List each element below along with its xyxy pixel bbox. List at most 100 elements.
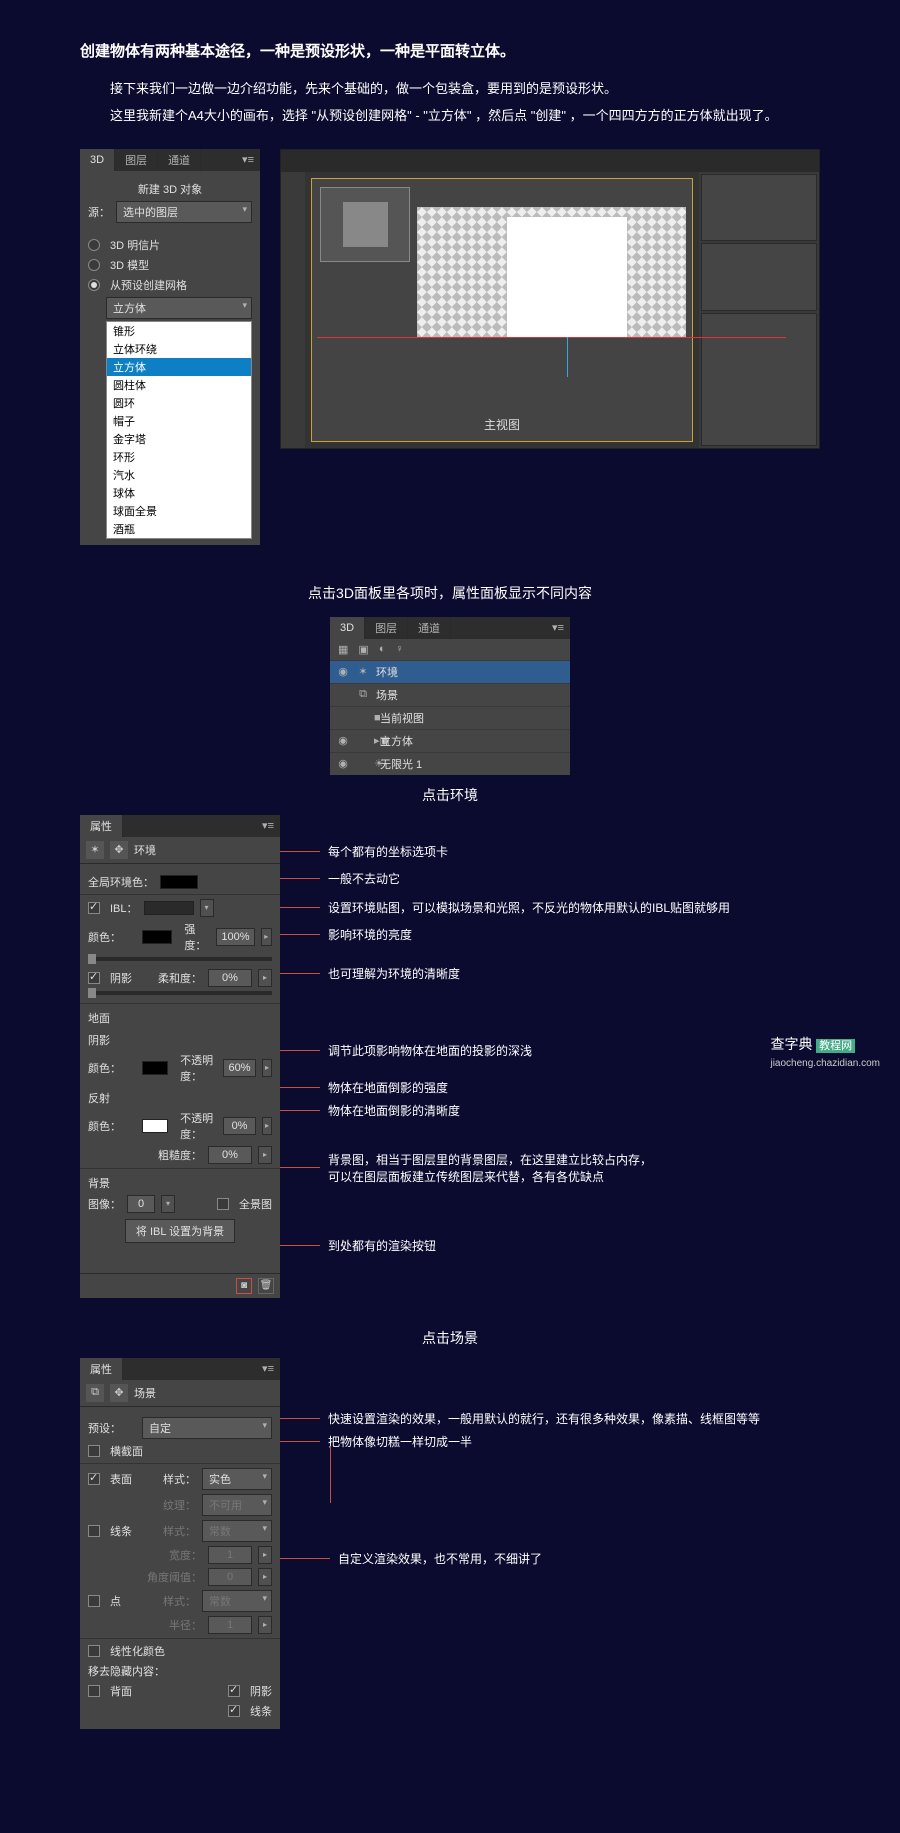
hier-row-light[interactable]: ◉ ☀ 无限光 1 — [330, 752, 570, 775]
soft-slider[interactable] — [88, 991, 272, 995]
coord-subtab-icon[interactable]: ✥ — [110, 1384, 128, 1402]
mesh-icon: ▸▣ — [356, 734, 374, 747]
shape-option[interactable]: 锥形 — [107, 322, 251, 340]
global-color-swatch[interactable] — [160, 875, 198, 889]
radio-model[interactable] — [88, 259, 100, 271]
create-panel-title: 新建 3D 对象 — [88, 181, 252, 197]
shape-option[interactable]: 圆环 — [107, 394, 251, 412]
rough-input[interactable]: 0% — [208, 1146, 252, 1164]
preset-dropdown[interactable]: 自定 — [142, 1417, 272, 1439]
shape-option[interactable]: 帽子 — [107, 412, 251, 430]
soft-stepper[interactable]: ▸ — [258, 969, 272, 987]
tab-3d[interactable]: 3D — [80, 149, 115, 171]
tab-properties[interactable]: 属性 — [80, 1358, 123, 1380]
shape-option[interactable]: 球面全景 — [107, 502, 251, 520]
intensity-input[interactable]: 100% — [216, 928, 254, 946]
surface-style-dropdown[interactable]: 实色 — [202, 1468, 272, 1490]
linearize-checkbox[interactable] — [88, 1645, 100, 1657]
radio-postcard[interactable] — [88, 239, 100, 251]
hier-label: 环境 — [376, 664, 398, 680]
texture-dropdown: 不可用 — [202, 1494, 272, 1516]
hier-row-view[interactable]: ■ 当前视图 — [330, 706, 570, 729]
ground-opacity-label: 不透明度： — [180, 1052, 217, 1084]
radio-preset-mesh[interactable] — [88, 279, 100, 291]
radio-model-label: 3D 模型 — [110, 257, 149, 273]
filter-mesh-icon[interactable]: ▣ — [358, 643, 368, 656]
image-browse-icon[interactable]: ▾ — [161, 1195, 175, 1213]
shadow-cb[interactable] — [228, 1685, 240, 1697]
intensity-stepper[interactable]: ▸ — [261, 928, 272, 946]
ibl-as-bg-button[interactable]: 将 IBL 设置为背景 — [125, 1219, 235, 1243]
env-subtab-icon[interactable]: ✶ — [86, 841, 104, 859]
shape-option[interactable]: 环形 — [107, 448, 251, 466]
tab-3d[interactable]: 3D — [330, 617, 365, 639]
anno-ground-opacity: 调节此项影响物体在地面的投影的深浅 — [328, 1042, 532, 1059]
main-view-label: 主视图 — [484, 416, 520, 433]
anno-custom-render: 自定义渲染效果，也不常用，不细讲了 — [338, 1550, 542, 1567]
rough-stepper[interactable]: ▸ — [258, 1146, 272, 1164]
eye-icon[interactable]: ◉ — [336, 734, 350, 747]
reflect-color-swatch[interactable] — [142, 1119, 168, 1133]
reflect-opacity-input[interactable]: 0% — [223, 1117, 256, 1135]
hier-row-environment[interactable]: ◉ ✶ 环境 — [330, 660, 570, 683]
filter-light-icon[interactable]: ♀ — [395, 643, 403, 656]
env-color-swatch[interactable] — [142, 930, 172, 944]
soft-input[interactable]: 0% — [208, 969, 252, 987]
ground-shadow-label: 阴影 — [88, 1032, 272, 1048]
pano-checkbox[interactable] — [217, 1198, 229, 1210]
filter-material-icon[interactable]: ◐ — [379, 643, 386, 656]
lines-cb[interactable] — [228, 1705, 240, 1717]
panel-menu-icon[interactable]: ▾≡ — [236, 149, 260, 171]
reflect-opacity-stepper[interactable]: ▸ — [262, 1117, 272, 1135]
back-checkbox[interactable] — [88, 1685, 100, 1697]
eye-icon[interactable]: ◉ — [336, 757, 350, 770]
panel-menu-icon[interactable]: ▾≡ — [256, 1358, 280, 1380]
mesh-shape-dropdown[interactable]: 立方体 — [106, 297, 252, 319]
camera-icon: ■ — [356, 712, 374, 724]
ibl-thumbnail[interactable] — [144, 901, 194, 915]
render-icon[interactable]: ◙ — [236, 1278, 252, 1294]
tab-channels[interactable]: 通道 — [158, 149, 201, 171]
panel-menu-icon[interactable]: ▾≡ — [546, 617, 570, 639]
tab-properties[interactable]: 属性 — [80, 815, 123, 837]
back-label: 背面 — [110, 1683, 132, 1699]
hier-row-scene[interactable]: ⧉ 场景 — [330, 683, 570, 706]
shape-option[interactable]: 立体环绕 — [107, 340, 251, 358]
coord-subtab-icon[interactable]: ✥ — [110, 841, 128, 859]
tab-channels[interactable]: 通道 — [408, 617, 451, 639]
surface-checkbox[interactable] — [88, 1473, 100, 1485]
shape-option-selected[interactable]: 立方体 — [107, 358, 251, 376]
ibl-browse-icon[interactable]: ▾ — [200, 899, 214, 917]
shadow-checkbox[interactable] — [88, 972, 100, 984]
shape-option[interactable]: 汽水 — [107, 466, 251, 484]
radius-input: 1 — [208, 1616, 252, 1634]
scene-subtab-icon[interactable]: ⧉ — [86, 1384, 104, 1402]
ground-opacity-input[interactable]: 60% — [223, 1059, 256, 1077]
environment-icon: ✶ — [356, 665, 370, 678]
shape-option[interactable]: 圆柱体 — [107, 376, 251, 394]
shape-option[interactable]: 球体 — [107, 484, 251, 502]
ground-opacity-stepper[interactable]: ▸ — [262, 1059, 272, 1077]
tab-layers[interactable]: 图层 — [365, 617, 408, 639]
shape-option[interactable]: 酒瓶 — [107, 520, 251, 538]
points-checkbox[interactable] — [88, 1595, 100, 1607]
intensity-slider[interactable] — [88, 957, 272, 961]
angle-label: 角度阈值： — [147, 1569, 202, 1585]
lines-checkbox[interactable] — [88, 1525, 100, 1537]
ground-color-swatch[interactable] — [142, 1061, 168, 1075]
panel-menu-icon[interactable]: ▾≡ — [256, 815, 280, 837]
hier-row-cube[interactable]: ◉ ▸▣ 立方体 — [330, 729, 570, 752]
filter-all-icon[interactable]: ▦ — [338, 643, 348, 656]
shape-option[interactable]: 金字塔 — [107, 430, 251, 448]
ibl-checkbox[interactable] — [88, 902, 100, 914]
width-input: 1 — [208, 1546, 252, 1564]
tab-layers[interactable]: 图层 — [115, 149, 158, 171]
points-style-label: 样式： — [163, 1593, 196, 1609]
cross-section-checkbox[interactable] — [88, 1445, 100, 1457]
eye-icon[interactable]: ◉ — [336, 665, 350, 678]
trash-icon[interactable]: 🗑 — [258, 1278, 274, 1294]
source-dropdown[interactable]: 选中的图层 — [116, 201, 252, 223]
image-input[interactable]: 0 — [127, 1195, 155, 1213]
bg-section-label: 背景 — [88, 1175, 272, 1191]
mesh-shape-list[interactable]: 锥形 立体环绕 立方体 圆柱体 圆环 帽子 金字塔 环形 汽水 球体 球面全景 … — [106, 321, 252, 539]
